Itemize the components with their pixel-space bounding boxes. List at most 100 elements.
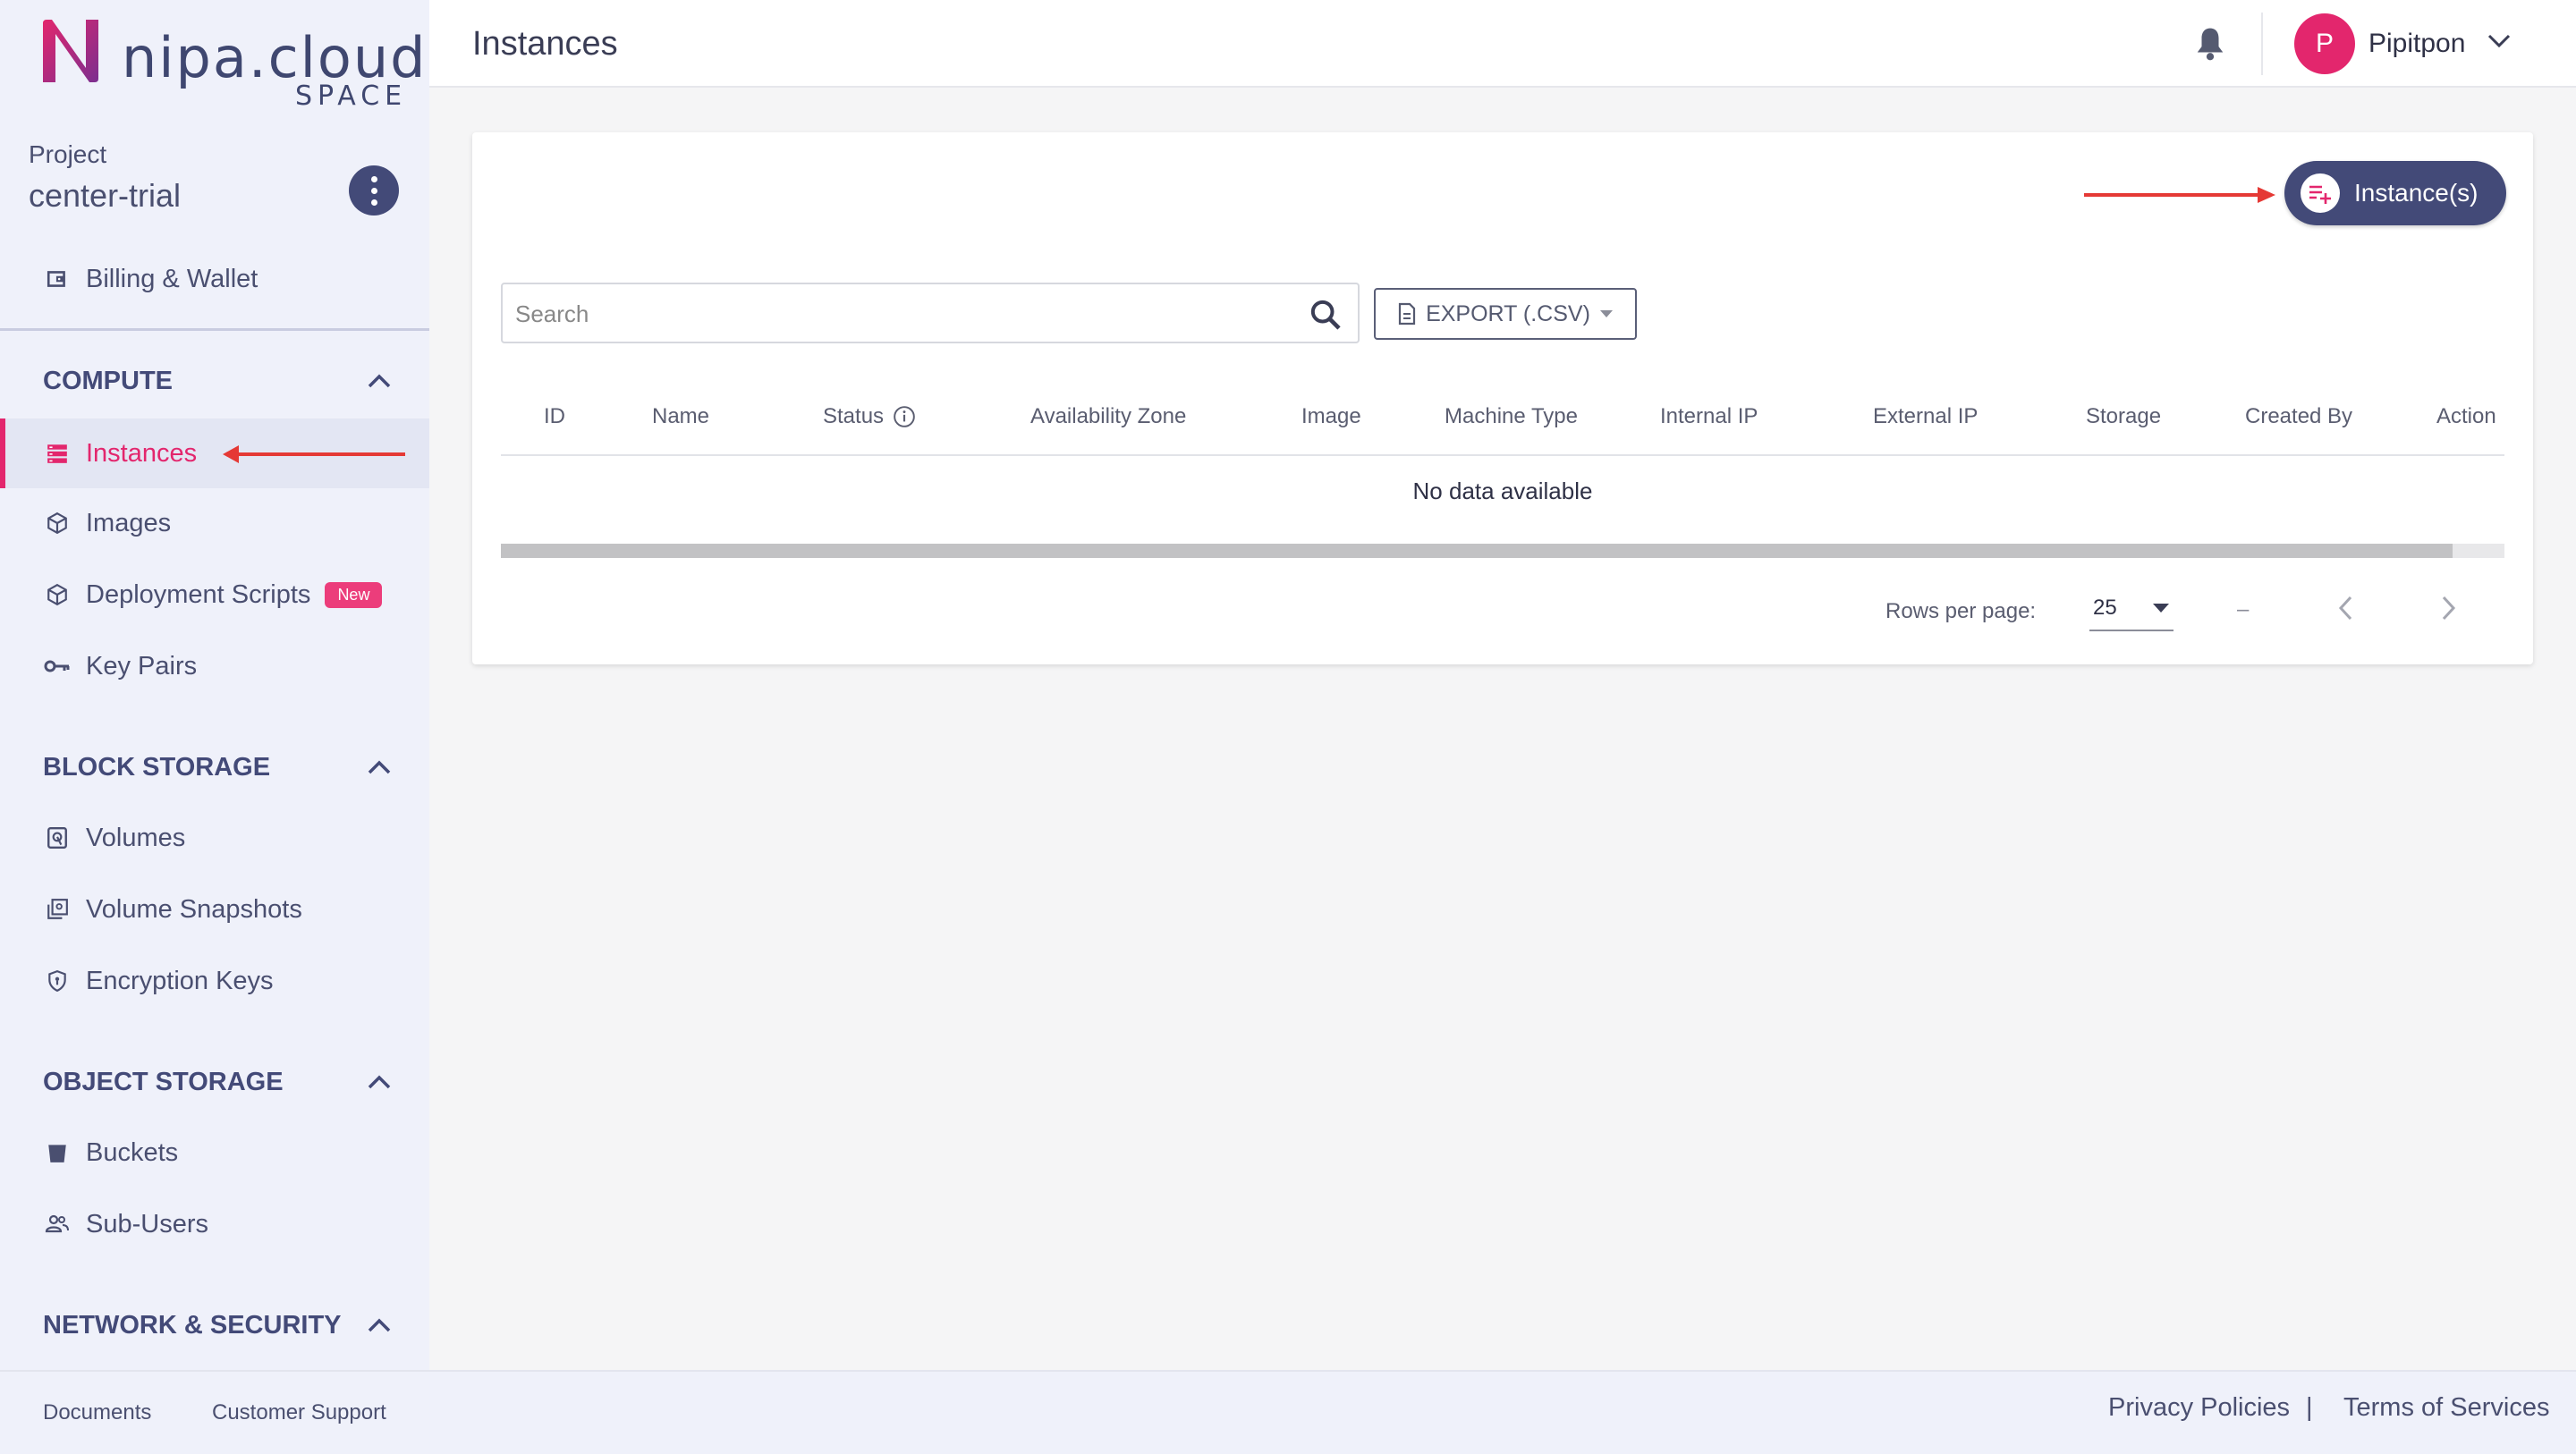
bell-icon[interactable] bbox=[2193, 25, 2227, 63]
sidebar-item-deployment-scripts[interactable]: Deployment Scripts New bbox=[0, 560, 429, 630]
server-icon bbox=[43, 439, 72, 468]
page-range: – bbox=[2237, 597, 2250, 621]
create-instance-button[interactable]: Instance(s) bbox=[2284, 161, 2506, 225]
document-icon bbox=[1398, 302, 1416, 325]
column-header-machine-type[interactable]: Machine Type bbox=[1445, 404, 1578, 429]
key-icon bbox=[43, 652, 72, 681]
sidebar-item-label: Key Pairs bbox=[86, 651, 198, 681]
info-icon[interactable] bbox=[893, 405, 916, 428]
chevron-up-icon bbox=[368, 1075, 391, 1089]
avatar[interactable]: P bbox=[2294, 13, 2355, 74]
sidebar-item-sub-users[interactable]: Sub-Users bbox=[0, 1189, 429, 1259]
wallet-icon bbox=[43, 265, 72, 293]
sidebar-item-images[interactable]: Images bbox=[0, 488, 429, 558]
section-title: COMPUTE bbox=[43, 366, 173, 395]
annotation-arrow-icon bbox=[223, 445, 405, 463]
logo-subtext: SPACE bbox=[295, 80, 408, 112]
sidebar: nipa.cloud SPACE Project center-trial Bi… bbox=[0, 0, 429, 1370]
page-title: Instances bbox=[472, 25, 618, 63]
nipa-cloud-logo[interactable]: nipa.cloud SPACE bbox=[39, 16, 425, 112]
search-input[interactable] bbox=[515, 297, 1284, 331]
column-header-status[interactable]: Status bbox=[823, 404, 916, 429]
user-name[interactable]: Pipitpon bbox=[2368, 29, 2465, 59]
sidebar-item-label: Billing & Wallet bbox=[86, 264, 258, 293]
create-instance-label: Instance(s) bbox=[2354, 179, 2479, 207]
privacy-policies-link[interactable]: Privacy Policies bbox=[2108, 1393, 2290, 1423]
cube-icon bbox=[43, 580, 72, 609]
sidebar-divider bbox=[0, 328, 429, 331]
chevron-up-icon bbox=[368, 374, 391, 388]
column-header-created-by[interactable]: Created By bbox=[2245, 404, 2352, 429]
search-icon[interactable] bbox=[1308, 297, 1343, 333]
project-label: Project bbox=[29, 140, 107, 168]
nipa-logo-mark-icon bbox=[43, 20, 98, 82]
section-network-security-header[interactable]: NETWORK & SECURITY bbox=[43, 1303, 392, 1348]
sidebar-item-buckets[interactable]: Buckets bbox=[0, 1118, 429, 1188]
playlist-add-icon bbox=[2301, 173, 2340, 213]
sidebar-item-volume-snapshots[interactable]: Volume Snapshots bbox=[0, 875, 429, 944]
project-name: center-trial bbox=[29, 177, 182, 214]
sidebar-item-label: Deployment Scripts bbox=[86, 579, 311, 609]
section-object-storage-header[interactable]: OBJECT STORAGE bbox=[43, 1060, 392, 1104]
disk-icon bbox=[43, 824, 72, 852]
chevron-left-icon[interactable] bbox=[2336, 594, 2354, 622]
sidebar-item-label: Volume Snapshots bbox=[86, 894, 302, 924]
snapshot-icon bbox=[43, 895, 72, 924]
caret-down-icon bbox=[1599, 310, 1613, 317]
column-header-external-ip[interactable]: External IP bbox=[1873, 404, 1978, 429]
rows-per-page-value: 25 bbox=[2093, 596, 2117, 620]
section-title: BLOCK STORAGE bbox=[43, 752, 271, 782]
column-header-label: Status bbox=[823, 404, 885, 428]
column-header-name[interactable]: Name bbox=[652, 404, 709, 429]
new-badge: New bbox=[325, 581, 383, 608]
sidebar-item-key-pairs[interactable]: Key Pairs bbox=[0, 631, 429, 701]
instances-card: Instance(s) EXPORT (.CSV) ID Name Status… bbox=[472, 132, 2533, 664]
chevron-right-icon[interactable] bbox=[2440, 594, 2458, 622]
more-vertical-icon bbox=[370, 175, 377, 206]
column-header-action: Action bbox=[2436, 404, 2496, 428]
shield-icon bbox=[43, 967, 72, 995]
customer-support-link[interactable]: Customer Support bbox=[212, 1400, 386, 1425]
scrollbar-thumb[interactable] bbox=[501, 544, 2453, 558]
chevron-up-icon bbox=[368, 1318, 391, 1332]
export-csv-button[interactable]: EXPORT (.CSV) bbox=[1374, 288, 1637, 340]
sidebar-item-billing[interactable]: Billing & Wallet bbox=[0, 244, 429, 314]
empty-state-text: No data available bbox=[1412, 478, 1593, 504]
sidebar-item-label: Instances bbox=[86, 438, 198, 468]
column-header-image[interactable]: Image bbox=[1301, 404, 1361, 429]
sidebar-item-label: Encryption Keys bbox=[86, 966, 274, 995]
users-icon bbox=[43, 1210, 72, 1238]
column-header-availability-zone[interactable]: Availability Zone bbox=[1030, 404, 1186, 429]
sidebar-item-volumes[interactable]: Volumes bbox=[0, 803, 429, 873]
annotation-arrow-icon bbox=[2084, 187, 2275, 203]
section-compute-header[interactable]: COMPUTE bbox=[43, 359, 392, 403]
top-bar: Instances P Pipitpon bbox=[429, 0, 2576, 88]
section-block-storage-header[interactable]: BLOCK STORAGE bbox=[43, 745, 392, 790]
footer: Documents Customer Support Privacy Polic… bbox=[0, 1370, 2576, 1454]
caret-down-icon bbox=[2153, 604, 2169, 613]
header-divider bbox=[2261, 13, 2263, 75]
search-field[interactable] bbox=[501, 283, 1360, 343]
sidebar-item-label: Volumes bbox=[86, 823, 186, 852]
column-header-id[interactable]: ID bbox=[544, 404, 565, 429]
column-header-internal-ip[interactable]: Internal IP bbox=[1660, 404, 1758, 429]
sidebar-item-label: Images bbox=[86, 508, 172, 537]
column-header-storage[interactable]: Storage bbox=[2086, 404, 2161, 429]
section-title: OBJECT STORAGE bbox=[43, 1067, 284, 1096]
project-menu-button[interactable] bbox=[349, 165, 399, 216]
section-title: NETWORK & SECURITY bbox=[43, 1310, 342, 1340]
sidebar-item-encryption-keys[interactable]: Encryption Keys bbox=[0, 946, 429, 1016]
rows-per-page-label: Rows per page: bbox=[1885, 599, 2037, 623]
documents-link[interactable]: Documents bbox=[43, 1400, 151, 1425]
chevron-down-icon[interactable] bbox=[2487, 32, 2512, 50]
chevron-up-icon bbox=[368, 760, 391, 774]
terms-of-services-link[interactable]: Terms of Services bbox=[2343, 1393, 2549, 1423]
table-header: ID Name Status Availability Zone Image M… bbox=[501, 385, 2504, 456]
rows-per-page-select[interactable]: 25 bbox=[2089, 587, 2174, 631]
export-label: EXPORT (.CSV) bbox=[1426, 300, 1590, 326]
sidebar-item-label: Buckets bbox=[86, 1137, 179, 1167]
sidebar-item-label: Sub-Users bbox=[86, 1209, 208, 1238]
horizontal-scrollbar[interactable] bbox=[501, 544, 2504, 558]
bucket-icon bbox=[43, 1138, 72, 1167]
cube-icon bbox=[43, 509, 72, 537]
